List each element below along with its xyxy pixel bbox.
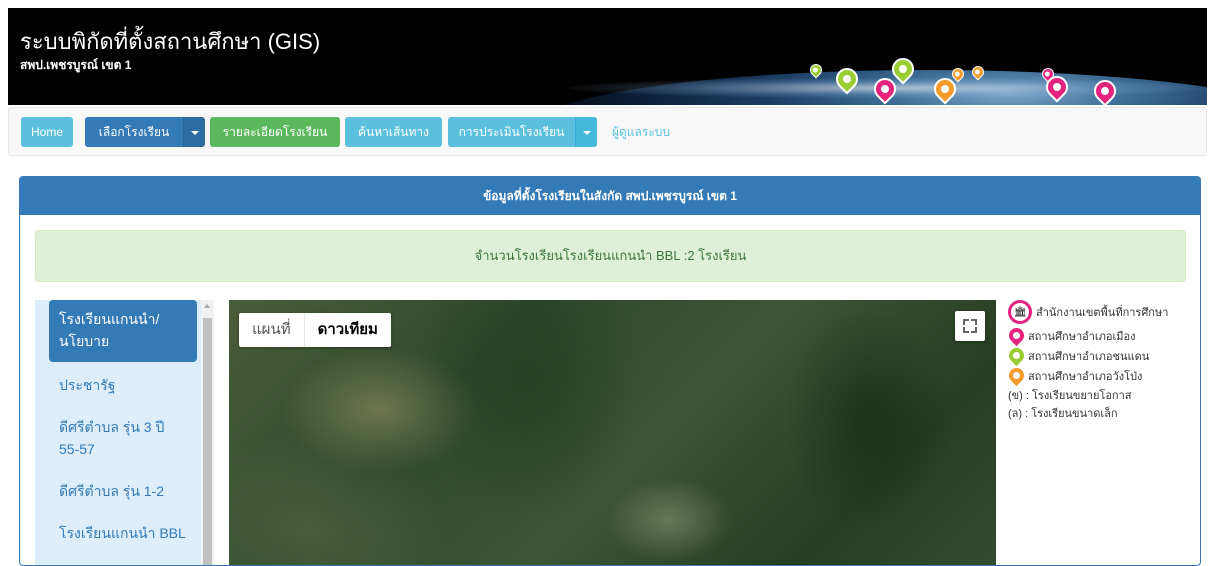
map-type-control: แผนที่ ดาวเทียม bbox=[239, 313, 391, 347]
choose-school-button[interactable]: เลือกโรงเรียน bbox=[85, 117, 183, 147]
legend-item-muang: สถานศึกษาอำเภอเมือง bbox=[1005, 324, 1188, 347]
scrollbar-thumb[interactable] bbox=[203, 318, 212, 565]
admin-link[interactable]: ผู้ดูแลระบบ bbox=[612, 117, 670, 147]
app-title: ระบบพิกัดที่ตั้งสถานศึกษา (GIS) bbox=[20, 29, 321, 54]
school-location-panel: ข้อมูลที่ตั้งโรงเรียนในสังกัด สพป.เพชรบู… bbox=[19, 176, 1201, 566]
sidebar-item-leading-policy[interactable]: โรงเรียนแกนนำ/นโยบาย bbox=[49, 300, 197, 362]
category-sidebar: โรงเรียนแกนนำ/นโยบาย ประชารัฐ ดีศรีตำบล … bbox=[35, 300, 214, 565]
app-subtitle: สพป.เพชรบูรณ์ เขต 1 bbox=[20, 58, 132, 72]
legend-item-wangpong: สถานศึกษาอำเภอวังโป่ง bbox=[1005, 364, 1188, 387]
fullscreen-button[interactable] bbox=[955, 311, 985, 341]
satellite-map[interactable]: แผนที่ ดาวเทียม bbox=[229, 300, 996, 565]
legend-note-small: (ล) : โรงเรียนขนาดเล็ก bbox=[1008, 408, 1118, 420]
legend-wangpong-label: สถานศึกษาอำเภอวังโป่ง bbox=[1028, 370, 1143, 383]
sidebar-item-pracharat[interactable]: ประชารัฐ bbox=[49, 374, 197, 396]
map-legend: 🏛 สำนักงานเขตพื้นที่การศึกษา สถานศึกษาอำเ… bbox=[1005, 300, 1188, 424]
legend-office-label: สำนักงานเขตพื้นที่การศึกษา bbox=[1036, 306, 1169, 319]
sidebar-item-deesri-3[interactable]: ดีศรีตำบล รุ่น 3 ปี 55-57 bbox=[49, 416, 197, 460]
sidebar-scrollbar[interactable] bbox=[201, 300, 214, 565]
sidebar-item-deesri-1-2[interactable]: ดีศรีตำบล รุ่น 1-2 bbox=[49, 480, 197, 502]
main-navbar: Home เลือกโรงเรียน รายละเอียดโรงเรียน ค้… bbox=[8, 107, 1207, 156]
find-route-button[interactable]: ค้นหาเส้นทาง bbox=[345, 117, 442, 147]
legend-item-chondaen: สถานศึกษาอำเภอชนแดน bbox=[1005, 344, 1188, 367]
choose-school-dropdown-toggle[interactable] bbox=[183, 117, 205, 147]
school-assessment-button[interactable]: การประเมินโรงเรียน bbox=[448, 117, 575, 147]
pink-pin-icon bbox=[1005, 324, 1028, 347]
home-button[interactable]: Home bbox=[21, 117, 73, 147]
scroll-up-icon[interactable] bbox=[204, 304, 210, 308]
legend-item-office: 🏛 สำนักงานเขตพื้นที่การศึกษา bbox=[1008, 300, 1188, 326]
office-pin-icon: 🏛 bbox=[1008, 300, 1034, 326]
caret-down-icon bbox=[582, 130, 591, 135]
legend-note-expansion: (ข) : โรงเรียนขยายโอกาส bbox=[1008, 390, 1132, 402]
caret-down-icon bbox=[190, 130, 199, 135]
map-type-map-button[interactable]: แผนที่ bbox=[239, 313, 304, 347]
legend-chondaen-label: สถานศึกษาอำเภอชนแดน bbox=[1028, 350, 1150, 363]
header-banner: ระบบพิกัดที่ตั้งสถานศึกษา (GIS) สพป.เพชร… bbox=[8, 8, 1207, 105]
panel-heading: ข้อมูลที่ตั้งโรงเรียนในสังกัด สพป.เพชรบู… bbox=[20, 177, 1200, 215]
green-pin-icon bbox=[1005, 344, 1028, 367]
orange-pin-icon bbox=[1005, 364, 1028, 387]
sidebar-item-bbl[interactable]: โรงเรียนแกนนำ BBL bbox=[49, 522, 197, 544]
school-assessment-dropdown-toggle[interactable] bbox=[575, 117, 597, 147]
map-type-satellite-button[interactable]: ดาวเทียม bbox=[303, 313, 391, 347]
school-detail-button[interactable]: รายละเอียดโรงเรียน bbox=[210, 117, 340, 147]
school-count-alert: จำนวนโรงเรียนโรงเรียนแกนนำ BBL :2 โรงเรี… bbox=[35, 230, 1186, 282]
legend-muang-label: สถานศึกษาอำเภอเมือง bbox=[1028, 330, 1136, 343]
